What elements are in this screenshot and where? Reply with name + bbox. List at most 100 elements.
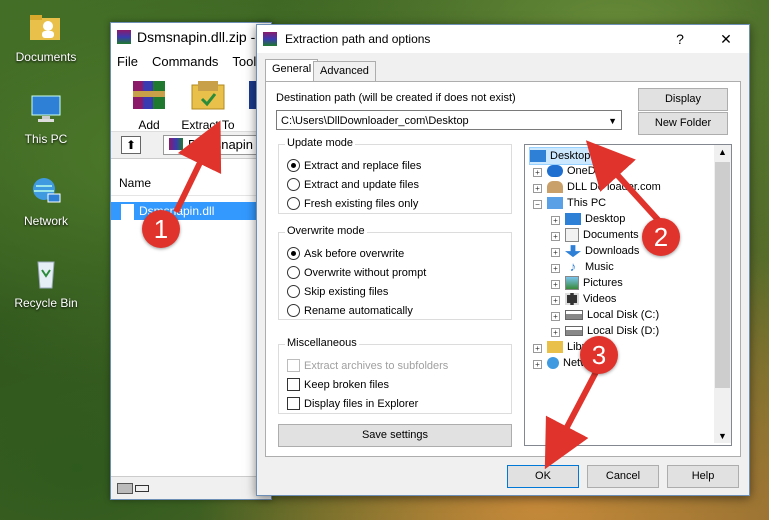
- archive-icon: [169, 138, 183, 150]
- step-badge-3: 3: [580, 336, 618, 374]
- new-folder-button[interactable]: New Folder: [638, 112, 728, 135]
- help-title-button[interactable]: ?: [657, 25, 703, 53]
- add-button[interactable]: Add: [123, 77, 175, 132]
- scroll-up-icon[interactable]: ▲: [718, 147, 727, 157]
- tree-item-videos[interactable]: Videos: [565, 291, 616, 307]
- destination-path-value: C:\Users\DllDownloader_com\Desktop: [281, 115, 469, 127]
- display-button[interactable]: Display: [638, 88, 728, 111]
- picture-icon: [565, 276, 579, 291]
- destination-path-combo[interactable]: C:\Users\DllDownloader_com\Desktop ▼: [276, 110, 622, 130]
- tab-advanced[interactable]: Advanced: [313, 61, 376, 81]
- expand-icon[interactable]: +: [551, 296, 560, 305]
- menu-commands[interactable]: Commands: [152, 54, 218, 69]
- column-header-name[interactable]: Name: [111, 171, 271, 196]
- radio-icon: [287, 178, 300, 191]
- radio-extract-replace[interactable]: Extract and replace files: [287, 159, 421, 173]
- tree-item-local-disk-c[interactable]: Local Disk (C:): [565, 307, 659, 323]
- expand-icon[interactable]: +: [551, 232, 560, 241]
- expand-icon[interactable]: +: [551, 328, 560, 337]
- scroll-thumb[interactable]: [715, 162, 730, 388]
- checkbox-extract-subfolders: Extract archives to subfolders: [287, 359, 448, 373]
- winrar-titlebar: Dsmsnapin.dll.zip -: [111, 23, 271, 51]
- tab-general[interactable]: General: [265, 59, 319, 81]
- expand-icon[interactable]: +: [551, 280, 560, 289]
- expand-icon[interactable]: +: [551, 216, 560, 225]
- recycle-bin-icon: [37, 261, 55, 289]
- desktop-icon-this-pc[interactable]: This PC: [6, 92, 86, 146]
- extract-to-label: Extract To: [181, 118, 235, 132]
- tree-item-local-disk-d[interactable]: Local Disk (D:): [565, 323, 659, 339]
- drive-icon: [117, 483, 133, 494]
- file-row[interactable]: Dsmsnapin.dll: [111, 202, 271, 220]
- extract-folder-icon: [191, 81, 225, 110]
- expand-icon[interactable]: +: [551, 312, 560, 321]
- misc-group: Miscellaneous Extract archives to subfol…: [278, 337, 512, 414]
- checkbox-display-explorer[interactable]: Display files in Explorer: [287, 397, 418, 411]
- checkbox-icon: [287, 397, 300, 410]
- add-label: Add: [138, 118, 160, 132]
- dialog-titlebar: Extraction path and options ? ✕: [257, 25, 749, 53]
- expand-icon[interactable]: +: [533, 360, 542, 369]
- radio-selected-icon: [287, 159, 300, 172]
- radio-ask-before[interactable]: Ask before overwrite: [287, 247, 404, 261]
- radio-icon: [287, 285, 300, 298]
- expand-icon[interactable]: +: [551, 264, 560, 273]
- documents-icon: [565, 228, 579, 243]
- dialog-title: Extraction path and options: [285, 32, 431, 46]
- chevron-down-icon: ▼: [608, 116, 617, 126]
- checkbox-keep-broken[interactable]: Keep broken files: [287, 378, 389, 392]
- radio-fresh-existing[interactable]: Fresh existing files only: [287, 197, 418, 211]
- radio-overwrite-without-prompt[interactable]: Overwrite without prompt: [287, 266, 426, 280]
- folder-tree: Desktop + OneD + DLL Do loader.com − Thi…: [524, 144, 732, 446]
- step-badge-1: 1: [142, 210, 180, 248]
- update-mode-title: Update mode: [285, 137, 356, 149]
- desktop-icon-network[interactable]: Network: [6, 174, 86, 228]
- close-button[interactable]: ✕: [703, 25, 749, 53]
- desktop-icon-label: Documents: [15, 50, 77, 64]
- network-icon: [547, 357, 559, 370]
- cancel-button[interactable]: Cancel: [587, 465, 659, 488]
- tree-item-pc-desktop[interactable]: Desktop: [565, 211, 625, 227]
- desktop-icon-recycle-bin[interactable]: Recycle Bin: [6, 256, 86, 310]
- menu-file[interactable]: File: [117, 54, 138, 69]
- desktop-icon-documents[interactable]: Documents: [6, 10, 86, 64]
- option-label: Overwrite without prompt: [304, 267, 427, 279]
- radio-extract-update[interactable]: Extract and update files: [287, 178, 419, 192]
- checkbox-icon: [287, 359, 300, 372]
- radio-icon: [287, 197, 300, 210]
- up-folder-button[interactable]: ⬆: [121, 136, 141, 154]
- scroll-down-icon[interactable]: ▼: [718, 431, 727, 441]
- overwrite-mode-group: Overwrite mode Ask before overwrite Over…: [278, 225, 512, 320]
- tree-scrollbar[interactable]: ▲ ▼: [714, 145, 731, 443]
- radio-icon: [287, 266, 300, 279]
- ok-button[interactable]: OK: [507, 465, 579, 488]
- tree-item-documents[interactable]: Documents: [565, 227, 639, 243]
- desktop-icon-label: Recycle Bin: [14, 296, 78, 310]
- tree-item-this-pc[interactable]: This PC: [547, 195, 606, 211]
- radio-rename-auto[interactable]: Rename automatically: [287, 304, 413, 318]
- tree-label: OneD: [567, 165, 596, 177]
- extract-to-button[interactable]: Extract To: [177, 77, 239, 132]
- collapse-icon[interactable]: −: [533, 200, 542, 209]
- tree-item-onedrive[interactable]: OneD: [547, 163, 596, 179]
- option-label: Extract and replace files: [304, 160, 422, 172]
- expand-icon[interactable]: +: [533, 168, 542, 177]
- tree-item-downloads[interactable]: Downloads: [565, 243, 639, 259]
- option-label: Extract and update files: [304, 179, 419, 191]
- radio-skip-existing[interactable]: Skip existing files: [287, 285, 388, 299]
- misc-title: Miscellaneous: [285, 337, 359, 349]
- option-label: Extract archives to subfolders: [304, 360, 449, 372]
- expand-icon[interactable]: +: [533, 344, 542, 353]
- add-archive-icon: [133, 81, 165, 109]
- expand-icon[interactable]: +: [533, 184, 542, 193]
- help-button[interactable]: Help: [667, 465, 739, 488]
- tree-item-music[interactable]: ♪ Music: [565, 259, 614, 275]
- expand-icon[interactable]: +: [551, 248, 560, 257]
- tree-item-pictures[interactable]: Pictures: [565, 275, 623, 291]
- tree-item-dlldownloader[interactable]: DLL Do loader.com: [547, 179, 661, 195]
- tree-label: Desktop: [550, 150, 591, 162]
- winrar-window: Dsmsnapin.dll.zip - File Commands Tools Ad…: [110, 22, 272, 500]
- save-settings-button[interactable]: Save settings: [278, 424, 512, 447]
- winrar-app-icon: [263, 32, 277, 46]
- tree-label: Videos: [583, 293, 617, 305]
